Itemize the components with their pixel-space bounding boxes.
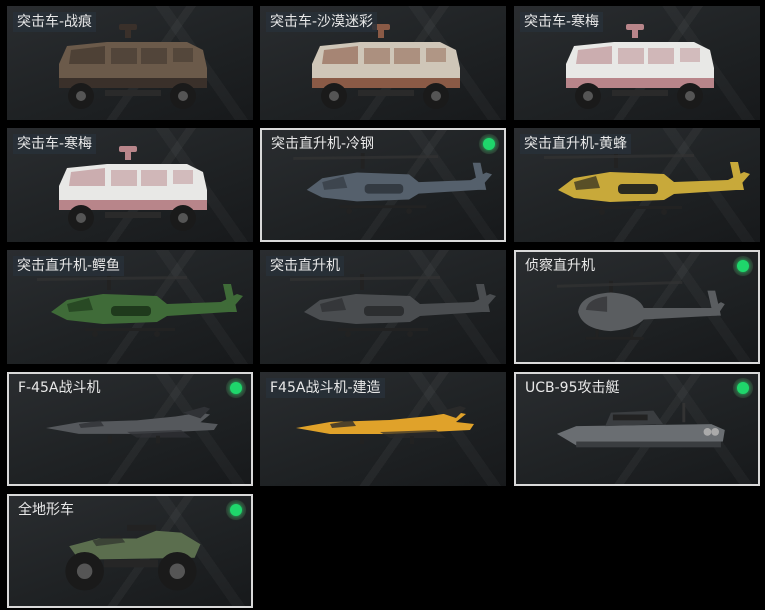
vehicle-name: 突击车-战痕 xyxy=(13,12,97,32)
vehicle-name: 突击直升机-黄蜂 xyxy=(520,134,632,154)
vehicle-name: 突击直升机 xyxy=(266,256,344,276)
vehicle-name: F45A战斗机-建造 xyxy=(266,378,385,398)
owned-indicator-icon xyxy=(226,378,246,398)
vehicle-card[interactable]: 突击直升机-黄蜂 xyxy=(514,128,760,242)
vehicle-name: 突击车-寒梅 xyxy=(13,134,97,154)
vehicle-name: 侦察直升机 xyxy=(525,258,595,274)
owned-indicator-icon xyxy=(733,378,753,398)
vehicle-name: 突击直升机-冷钢 xyxy=(271,136,375,152)
vehicle-card[interactable]: F-45A战斗机 xyxy=(7,372,253,486)
vehicle-card[interactable]: F45A战斗机-建造 xyxy=(260,372,506,486)
vehicle-name: 突击车-寒梅 xyxy=(520,12,604,32)
vehicle-card[interactable]: 侦察直升机 xyxy=(514,250,760,364)
vehicle-card[interactable]: 突击车-寒梅 xyxy=(514,6,760,120)
vehicle-name: 全地形车 xyxy=(18,502,74,518)
vehicle-grid: 突击车-战痕 突击车-沙漠迷彩 突击车-寒梅 突击车-寒梅 突击直升机-冷钢 突… xyxy=(0,0,765,610)
vehicle-card[interactable]: 突击车-寒梅 xyxy=(7,128,253,242)
vehicle-card[interactable]: 突击车-战痕 xyxy=(7,6,253,120)
vehicle-card[interactable]: 突击直升机-冷钢 xyxy=(260,128,506,242)
vehicle-name: F-45A战斗机 xyxy=(18,380,101,396)
vehicle-card[interactable]: 突击直升机 xyxy=(260,250,506,364)
vehicle-card[interactable]: UCB-95攻击艇 xyxy=(514,372,760,486)
vehicle-name: 突击车-沙漠迷彩 xyxy=(266,12,378,32)
owned-indicator-icon xyxy=(733,256,753,276)
owned-indicator-icon xyxy=(226,500,246,520)
vehicle-name: UCB-95攻击艇 xyxy=(525,380,620,396)
vehicle-card[interactable]: 突击直升机-鳄鱼 xyxy=(7,250,253,364)
vehicle-card[interactable]: 全地形车 xyxy=(7,494,253,608)
vehicle-card[interactable]: 突击车-沙漠迷彩 xyxy=(260,6,506,120)
owned-indicator-icon xyxy=(479,134,499,154)
vehicle-name: 突击直升机-鳄鱼 xyxy=(13,256,125,276)
